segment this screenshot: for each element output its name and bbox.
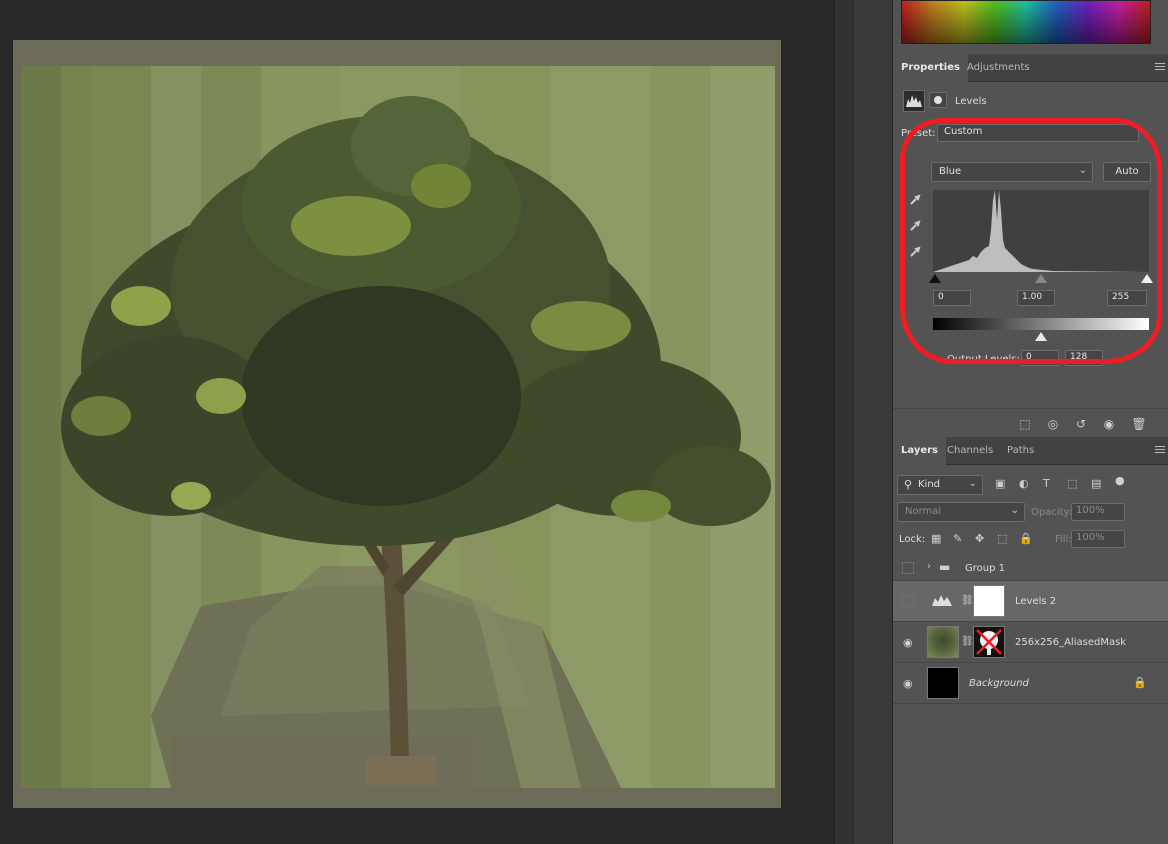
document-image [21, 66, 775, 788]
auto-button[interactable]: Auto [1103, 162, 1151, 182]
folder-icon: ▬ [939, 560, 951, 574]
blend-mode-dropdown[interactable]: Normal ⌄ [897, 502, 1025, 522]
black-point-eyedropper-icon[interactable] [909, 194, 921, 209]
levels-adjustment-icon [903, 90, 925, 112]
opacity-value: 100% [1076, 505, 1105, 516]
output-black-field[interactable]: 0 [1021, 350, 1059, 366]
right-panel-dock: Properties Adjustments Levels Preset: Cu… [892, 0, 1168, 844]
fill-field[interactable]: 100% [1071, 530, 1125, 548]
input-gamma-slider[interactable] [1035, 274, 1047, 283]
panel-menu-icon[interactable] [1155, 63, 1165, 72]
layer-visibility-toggle[interactable] [902, 562, 914, 574]
output-white-slider[interactable] [1035, 332, 1047, 341]
fill-value: 100% [1076, 532, 1105, 543]
fill-label: Fill: [1055, 534, 1072, 545]
channel-dropdown[interactable]: Blue ⌄ [931, 162, 1093, 182]
chevron-down-icon: ⌄ [1010, 505, 1019, 516]
filter-adjustment-icon[interactable]: ◐ [1019, 477, 1029, 490]
preset-value: Custom [944, 126, 983, 137]
adjustment-type-label: Levels [955, 96, 987, 107]
lock-icon[interactable]: 🔒 [1133, 676, 1147, 689]
layer-thumbnail[interactable] [927, 667, 959, 699]
clip-to-layer-icon[interactable]: ⬚ [1017, 417, 1033, 431]
reset-icon[interactable]: ↺ [1073, 417, 1089, 431]
visibility-icon[interactable]: ◉ [1101, 417, 1117, 431]
layer-name[interactable]: Group 1 [965, 563, 1005, 574]
lock-position-icon[interactable]: ✥ [975, 532, 984, 545]
lock-label: Lock: [899, 534, 926, 545]
layer-name[interactable]: 256x256_AliasedMask [1015, 637, 1126, 648]
output-levels-label: Output Levels: [947, 354, 1020, 365]
layers-panel: ⚲ Kind ⌄ ▣ ◐ T ⬚ ▤ ● Normal ⌄ Opacity: 1… [893, 466, 1168, 844]
properties-footer: ⬚ ◎ ↺ ◉ 🗑 [893, 408, 1168, 438]
white-point-eyedropper-icon[interactable] [909, 246, 921, 261]
input-gamma-field[interactable]: 1.00 [1017, 290, 1055, 306]
color-spectrum-picker[interactable] [901, 0, 1151, 44]
gray-point-eyedropper-icon[interactable] [909, 220, 921, 235]
filter-type-icon[interactable]: T [1043, 477, 1050, 490]
output-levels-gradient [933, 318, 1149, 330]
layer-filter-dropdown[interactable]: ⚲ Kind ⌄ [897, 475, 983, 495]
filter-pixel-icon[interactable]: ▣ [995, 477, 1005, 490]
layer-name[interactable]: Levels 2 [1015, 596, 1056, 607]
layer-visibility-toggle[interactable] [902, 595, 914, 607]
input-black-slider[interactable] [929, 274, 941, 283]
blend-mode-value: Normal [905, 506, 942, 517]
properties-tab-bar: Properties Adjustments [893, 54, 1168, 82]
filter-toggle-icon[interactable]: ● [1115, 474, 1125, 487]
search-icon: ⚲ [904, 478, 913, 491]
lock-image-pixels-icon[interactable]: ✎ [953, 532, 962, 545]
layer-row-aliased-mask[interactable]: ◉ ⛓ 256x256_AliasedMask [893, 622, 1168, 663]
canvas-area[interactable] [0, 0, 834, 844]
layer-row-background[interactable]: ◉ Background 🔒 [893, 663, 1168, 704]
layer-thumbnail[interactable] [927, 626, 959, 658]
tab-properties[interactable]: Properties [893, 54, 968, 82]
eye-icon[interactable]: ◉ [903, 677, 915, 690]
levels-adjustment-icon [931, 593, 953, 610]
input-white-slider[interactable] [1141, 274, 1153, 283]
chevron-down-icon: ⌄ [1078, 165, 1087, 176]
link-chain-icon[interactable]: ⛓ [961, 636, 974, 647]
preset-dropdown[interactable]: Custom [937, 124, 1139, 142]
layer-mask-icon[interactable] [929, 92, 947, 108]
layer-mask-thumbnail[interactable] [973, 585, 1005, 617]
tab-adjustments[interactable]: Adjustments [959, 54, 1038, 82]
output-white-field[interactable]: 128 [1065, 350, 1103, 366]
chevron-right-icon[interactable]: › [927, 561, 931, 572]
view-previous-icon[interactable]: ◎ [1045, 417, 1061, 431]
document-canvas[interactable] [13, 40, 781, 808]
prevent-autonest-icon[interactable]: ⬚ [997, 532, 1007, 545]
properties-panel: Levels Preset: Custom Blue ⌄ Auto 0 1.00 [893, 84, 1168, 408]
eye-icon[interactable]: ◉ [903, 636, 915, 649]
panel-dock-divider [834, 0, 893, 844]
lock-transparent-pixels-icon[interactable]: ▦ [931, 532, 941, 545]
preset-label: Preset: [901, 128, 936, 139]
tab-channels[interactable]: Channels [939, 437, 1001, 465]
layer-row-levels-2[interactable]: ⛓ Levels 2 [893, 581, 1168, 622]
filter-kind-value: Kind [918, 479, 941, 490]
filter-shape-icon[interactable]: ⬚ [1067, 477, 1077, 490]
levels-histogram [933, 190, 1149, 272]
layers-panel-menu-icon[interactable] [1155, 446, 1165, 455]
tree-image [61, 96, 771, 788]
link-chain-icon[interactable]: ⛓ [961, 595, 974, 606]
lock-all-icon[interactable]: 🔒 [1019, 532, 1033, 545]
layer-name[interactable]: Background [969, 678, 1029, 689]
chevron-down-icon: ⌄ [968, 478, 977, 489]
input-white-field[interactable]: 255 [1107, 290, 1147, 306]
opacity-label: Opacity: [1031, 507, 1073, 518]
layers-tab-bar: Layers Channels Paths [893, 437, 1168, 465]
trash-icon[interactable]: 🗑 [1131, 417, 1147, 431]
filter-smart-object-icon[interactable]: ▤ [1091, 477, 1101, 490]
layer-row-group-1[interactable]: › ▬ Group 1 [893, 556, 1168, 581]
input-black-field[interactable]: 0 [933, 290, 971, 306]
opacity-field[interactable]: 100% [1071, 503, 1125, 521]
tab-paths[interactable]: Paths [999, 437, 1042, 465]
channel-value: Blue [939, 166, 962, 177]
layer-mask-thumbnail[interactable] [973, 626, 1005, 658]
